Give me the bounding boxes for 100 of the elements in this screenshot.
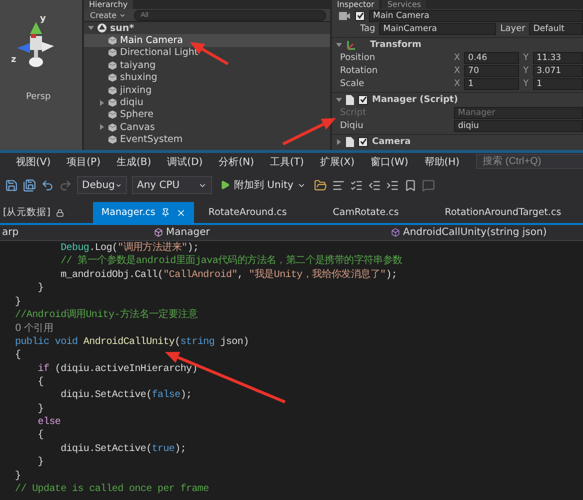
hierarchy-item[interactable]: Sphere (84, 108, 330, 122)
number-field[interactable]: 1 (532, 78, 583, 90)
axis-label: Y (523, 78, 529, 88)
panel-tab[interactable]: Hierarchy (84, 0, 133, 9)
hierarchy-item[interactable]: Main Camera (84, 34, 330, 47)
indent-icon[interactable] (386, 178, 400, 192)
code-line: } (36, 456, 45, 470)
axis-label: y (40, 14, 46, 24)
component-title[interactable]: Camera (372, 136, 411, 146)
checkbox[interactable] (358, 94, 368, 104)
menu-item[interactable]: 调试(D) (167, 154, 203, 168)
scene-name[interactable]: sun* (110, 22, 134, 34)
save-icon[interactable] (5, 178, 18, 192)
create-button[interactable]: Create (88, 10, 128, 20)
close-icon[interactable] (176, 208, 186, 218)
checkbox[interactable] (355, 10, 365, 20)
code-comment: //Android调用Unity-方法名一定要注意 (15, 308, 199, 322)
cube-icon (108, 122, 117, 132)
hierarchy-item[interactable]: EventSystem (84, 134, 330, 146)
class-dropdown[interactable]: Manager (152, 227, 389, 238)
menu-item[interactable]: 生成(B) (116, 154, 152, 168)
component-title[interactable]: Manager (Script) (372, 94, 458, 104)
hierarchy-item[interactable]: jinxing (84, 84, 330, 96)
comment-icon[interactable] (422, 178, 436, 192)
menu-item[interactable]: 项目(P) (66, 154, 100, 168)
pin-icon[interactable] (161, 208, 170, 217)
undo-icon[interactable] (41, 178, 54, 192)
script-file-icon (346, 94, 354, 104)
checkbox[interactable] (358, 136, 368, 146)
file-tab[interactable]: [从元数据] (0, 202, 68, 223)
member-dropdown[interactable]: AndroidCallUnity(string json) (389, 227, 583, 238)
class-icon (154, 228, 163, 237)
file-tab[interactable]: CamRotate.cs (318, 202, 413, 223)
object-field[interactable]: diqiu (454, 120, 583, 132)
expanded-arrow-icon[interactable] (88, 25, 94, 32)
projection-label: Persp (26, 92, 51, 102)
save-all-icon[interactable] (23, 178, 36, 192)
redo-icon[interactable] (59, 178, 72, 192)
collapsed-arrow-icon[interactable] (98, 100, 104, 106)
axis-label: Y (523, 52, 529, 62)
expanded-arrow-icon[interactable] (336, 96, 342, 102)
cube-icon (108, 48, 117, 58)
menu-item[interactable]: 工具(T) (270, 154, 304, 168)
number-field[interactable]: 1 (464, 78, 520, 90)
configuration-dropdown[interactable]: Debug (77, 176, 127, 194)
code-line: } (15, 296, 22, 309)
number-field[interactable]: 3.071 (532, 64, 583, 76)
menu-item[interactable]: 分析(N) (218, 154, 254, 168)
hierarchy-item[interactable]: diqiu (84, 96, 330, 109)
panel-tab[interactable]: Services (382, 0, 426, 9)
search-field[interactable]: 搜索 (Ctrl+Q) (476, 154, 583, 169)
code-line: { (15, 349, 22, 363)
field-label: Position (340, 52, 376, 62)
cube-icon (108, 36, 117, 46)
folder-icon[interactable] (314, 178, 328, 192)
menu-item[interactable]: 视图(V) (16, 154, 51, 168)
field-label: Rotation (340, 66, 379, 76)
collapsed-arrow-icon[interactable] (336, 138, 342, 144)
panel-tab[interactable]: Inspector (332, 0, 380, 9)
menu-item[interactable]: 帮助(H) (424, 154, 460, 168)
menu-item[interactable]: 扩展(X) (320, 154, 355, 168)
menu-item[interactable]: 窗口(W) (370, 154, 408, 168)
project-dropdown[interactable]: arp (0, 227, 152, 238)
object-name-field[interactable]: Main Camera (369, 10, 583, 22)
code-comment: // Update is called once per frame (15, 483, 210, 496)
bookmark-icon[interactable] (404, 178, 418, 192)
layer-dropdown[interactable]: Default (529, 22, 583, 34)
align-icon[interactable] (332, 178, 346, 192)
camera-icon (338, 10, 351, 22)
code-line: else (36, 416, 62, 430)
code-line: m_androidObj.Call("CallAndroid", "我是Unity，我给你发消息了"); (60, 268, 398, 282)
play-icon (220, 180, 230, 190)
platform-dropdown[interactable]: Any CPU (132, 176, 212, 194)
scene-view[interactable]: y z Persp (0, 0, 82, 150)
cube-icon (108, 110, 117, 120)
number-field[interactable]: 11.33 (532, 52, 583, 64)
expanded-arrow-icon[interactable] (336, 42, 342, 48)
caret-icon[interactable] (118, 12, 126, 18)
annotation-arrow (282, 118, 336, 146)
component-title[interactable]: Transform (370, 40, 422, 50)
hierarchy-item[interactable]: taiyang (84, 59, 330, 72)
file-tab[interactable]: RotateAround.cs (194, 202, 301, 223)
file-tab[interactable]: RotationAroundTarget.cs (430, 202, 576, 223)
hierarchy-item[interactable]: Directional Light (84, 46, 330, 60)
attach-button[interactable]: 附加到 Unity (217, 176, 310, 194)
reference-count[interactable]: 0 个引用 (15, 322, 583, 336)
axis-label: X (454, 52, 460, 62)
axis-label: Y (523, 66, 529, 76)
file-tab[interactable]: Manager.cs (93, 202, 194, 223)
axis-label: X (454, 78, 460, 88)
tag-dropdown[interactable]: MainCamera (379, 22, 496, 34)
hierarchy-item[interactable]: shuxing (84, 72, 330, 84)
hierarchy-item[interactable]: Canvas (84, 121, 330, 134)
collapsed-arrow-icon[interactable] (98, 124, 104, 130)
number-field[interactable]: 70 (464, 64, 520, 76)
checklist-icon[interactable] (350, 178, 364, 192)
code-line: diqiu.SetActive(false); (60, 389, 193, 403)
cube-icon (108, 98, 117, 108)
number-field[interactable]: 0.46 (464, 52, 520, 64)
outdent-icon[interactable] (368, 178, 382, 192)
